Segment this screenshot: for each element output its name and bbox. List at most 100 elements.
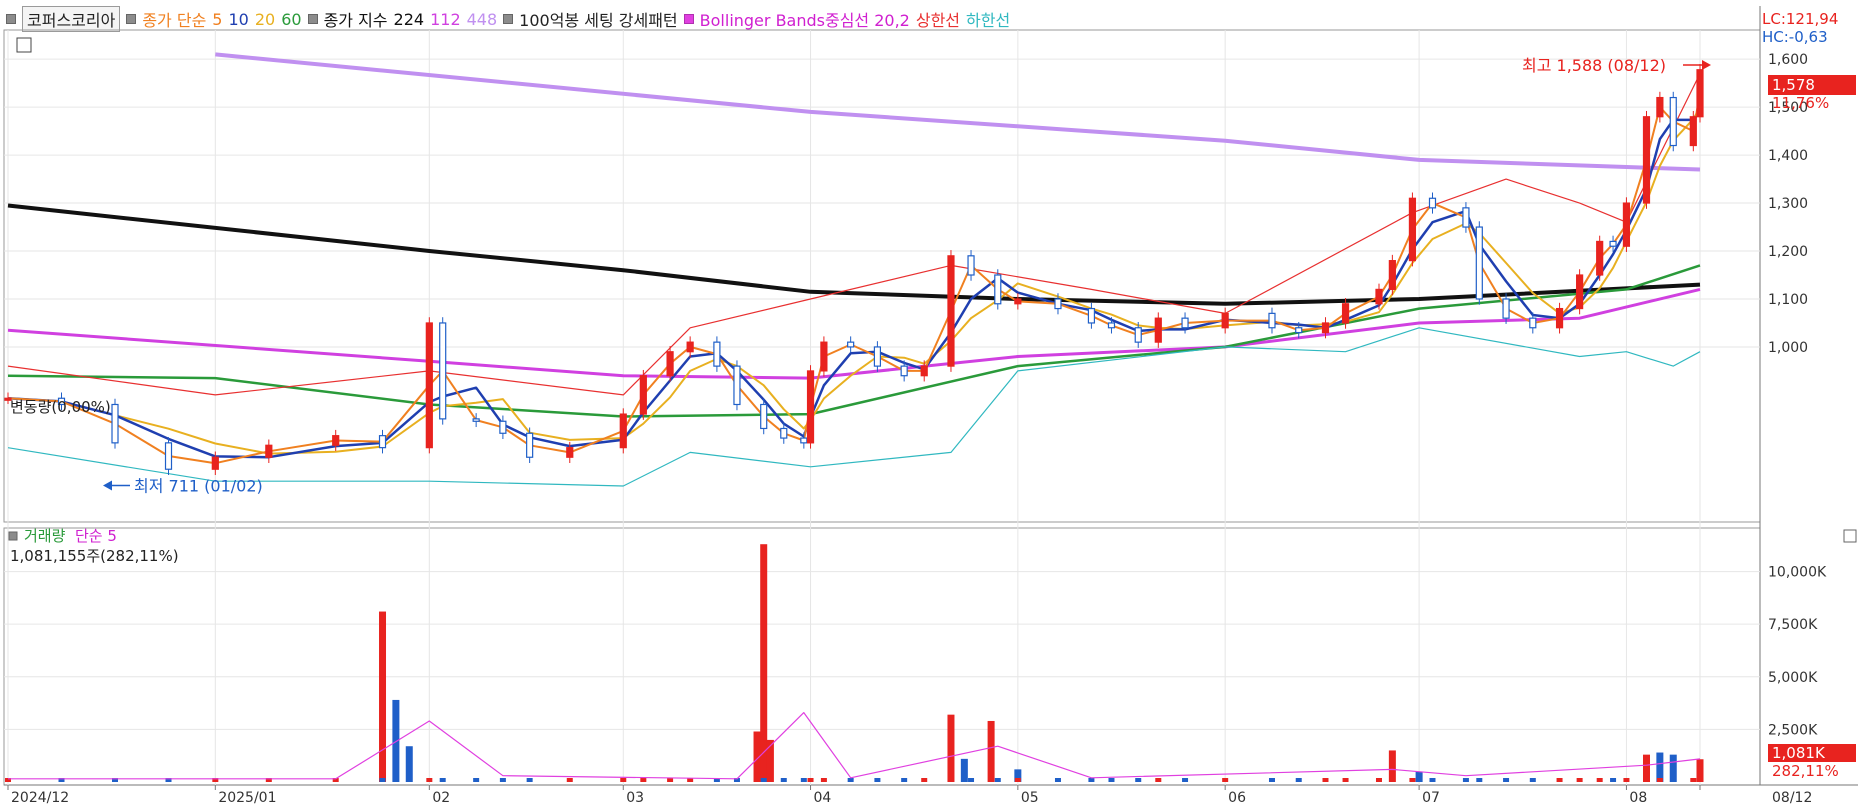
price-candle bbox=[1689, 116, 1697, 147]
bollinger-lower-line bbox=[7, 327, 1701, 487]
volume-bar bbox=[1656, 778, 1663, 782]
volume-bar bbox=[994, 778, 1001, 782]
price-candle bbox=[820, 341, 828, 372]
volume-bar bbox=[947, 778, 954, 782]
x-tick-label: 04 bbox=[814, 790, 832, 806]
volume-y-tick: 10,000K bbox=[1768, 565, 1827, 581]
volume-bar bbox=[526, 778, 533, 782]
volume-bar bbox=[426, 778, 433, 782]
high-arrow-head bbox=[1702, 59, 1711, 70]
price-candle bbox=[1295, 327, 1303, 334]
x-tick-label: 03 bbox=[626, 790, 644, 806]
hc-label: HC:-0,63 bbox=[1762, 28, 1828, 46]
price-candle bbox=[1656, 96, 1664, 118]
grid-toggle-icon[interactable] bbox=[16, 37, 32, 53]
volume-ma-label: 단순 5 bbox=[75, 527, 117, 545]
price-y-tick: 1,300 bbox=[1768, 196, 1808, 212]
index-448-line bbox=[215, 52, 1701, 172]
volume-bar bbox=[1462, 778, 1469, 782]
lc-label: LC:121,94 bbox=[1762, 10, 1838, 28]
volume-bar bbox=[1643, 778, 1650, 782]
price-candle bbox=[1642, 116, 1651, 204]
volume-bar bbox=[1576, 778, 1583, 782]
price-candle bbox=[332, 435, 340, 446]
volume-bar bbox=[1342, 778, 1349, 782]
volume-bar bbox=[1389, 778, 1396, 782]
volume-bar bbox=[947, 714, 955, 782]
volume-bar bbox=[820, 778, 827, 782]
volume-close-icon[interactable] bbox=[1843, 529, 1857, 543]
volume-bar bbox=[1014, 778, 1021, 782]
volume-bar bbox=[1429, 778, 1436, 782]
price-candle bbox=[666, 351, 674, 377]
chart-canvas[interactable]: 1,6001,5001,4001,3001,2001,1001,000900,0… bbox=[0, 0, 1858, 809]
price-candle bbox=[847, 341, 855, 348]
price-candle bbox=[1462, 207, 1470, 228]
volume-bar bbox=[1670, 778, 1677, 782]
volume-bar bbox=[1503, 778, 1510, 782]
volume-bar bbox=[901, 778, 908, 782]
price-candle bbox=[1475, 226, 1483, 300]
price-candle bbox=[1529, 317, 1537, 329]
volume-bar bbox=[1697, 778, 1703, 782]
volume-bar bbox=[1322, 778, 1329, 782]
price-candle bbox=[425, 322, 433, 449]
price-candle bbox=[1388, 260, 1396, 290]
volume-y-tick: 7,500K bbox=[1768, 617, 1818, 633]
volume-bar bbox=[499, 778, 506, 782]
volume-bar bbox=[760, 544, 768, 782]
price-candle bbox=[733, 365, 741, 406]
volume-bar bbox=[1295, 778, 1302, 782]
price-candle bbox=[1154, 317, 1162, 343]
price-candle bbox=[1622, 202, 1631, 247]
x-tick-label: 06 bbox=[1228, 790, 1246, 806]
price-y-tick: 1,600 bbox=[1768, 52, 1808, 68]
volume-bar bbox=[1108, 778, 1115, 782]
volume-bar bbox=[1155, 778, 1162, 782]
price-candle bbox=[1087, 307, 1096, 324]
price-candle bbox=[1134, 327, 1142, 343]
price-candle bbox=[1221, 312, 1229, 329]
price-y-tick: 1,400 bbox=[1768, 148, 1808, 164]
volume-bar bbox=[800, 778, 807, 782]
price-candle bbox=[566, 447, 574, 458]
volume-bar bbox=[1409, 778, 1416, 782]
index-112-line bbox=[7, 287, 1701, 380]
x-tick-label: 08/12 bbox=[1772, 790, 1812, 806]
price-candle bbox=[1107, 322, 1116, 329]
stock-chart-window: 코퍼스코리아 종가 단순 5 10 20 60 종가 지수 224 112 44… bbox=[0, 0, 1858, 809]
volume-bar bbox=[1690, 778, 1697, 782]
volume-bar bbox=[1669, 754, 1677, 782]
last-pct-label: 11,76% bbox=[1772, 94, 1829, 112]
volume-bar bbox=[960, 758, 968, 782]
high-annotation: 최고 1,588 (08/12) bbox=[1522, 56, 1666, 75]
price-candle bbox=[472, 418, 480, 422]
volume-title: 거래량 bbox=[24, 527, 66, 545]
volume-bar bbox=[807, 778, 814, 782]
price-candle bbox=[619, 413, 627, 449]
volume-bar bbox=[1375, 778, 1382, 782]
price-candle bbox=[211, 456, 219, 470]
volume-bar bbox=[667, 778, 674, 782]
volume-bar bbox=[847, 778, 854, 782]
price-candle bbox=[806, 370, 815, 444]
volume-ma5-line bbox=[8, 711, 1701, 780]
volume-bar bbox=[1642, 754, 1650, 782]
ma5-line bbox=[7, 93, 1701, 465]
price-candle bbox=[1669, 96, 1677, 147]
volume-bar bbox=[405, 746, 413, 782]
price-y-tick: 1,000 bbox=[1768, 340, 1808, 356]
volume-bar bbox=[1268, 778, 1275, 782]
volume-bar bbox=[640, 778, 647, 782]
volume-panel-frame bbox=[3, 527, 1761, 786]
x-tick-label: 05 bbox=[1021, 790, 1039, 806]
price-candle bbox=[1555, 307, 1564, 329]
price-candle bbox=[111, 403, 119, 444]
volume-bar bbox=[439, 778, 446, 782]
price-candle bbox=[1596, 240, 1604, 276]
volume-toggle-icon[interactable] bbox=[8, 531, 18, 541]
price-candle bbox=[1576, 274, 1584, 310]
x-tick-label: 08 bbox=[1629, 790, 1647, 806]
volume-bar bbox=[1476, 778, 1483, 782]
price-candle bbox=[800, 437, 808, 444]
